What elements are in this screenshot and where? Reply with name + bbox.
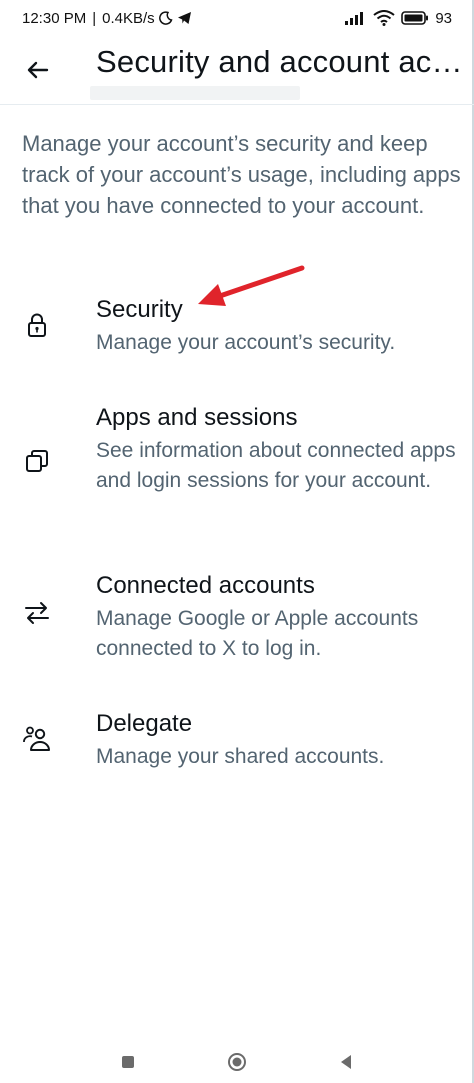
wifi-icon [373, 10, 395, 26]
item-title-delegate: Delegate [96, 710, 193, 737]
recents-square-icon[interactable] [118, 1052, 138, 1072]
lock-icon [22, 310, 52, 340]
battery-icon [401, 11, 429, 25]
status-bar: 12:30 PM | 0.4KB/s 93 [0, 0, 474, 36]
intro-text: Manage your account’s security and keep … [22, 131, 461, 218]
menu-item-delegate[interactable]: Delegate Manage your shared accounts. [0, 706, 474, 778]
telegram-icon [177, 11, 192, 25]
status-left: 12:30 PM | 0.4KB/s [22, 10, 192, 27]
item-desc-connected-accounts: Manage Google or Apple accounts connecte… [96, 607, 419, 660]
item-desc-delegate: Manage your shared accounts. [96, 745, 385, 768]
people-icon [22, 724, 52, 754]
annotation-arrow [190, 262, 310, 317]
status-right: 93 [345, 10, 452, 27]
item-title-connected-accounts: Connected accounts [96, 572, 315, 599]
page-title: Security and account access [96, 44, 468, 79]
header-divider [0, 104, 474, 105]
system-nav-bar [0, 1040, 474, 1083]
swap-arrows-icon [22, 598, 52, 628]
item-title-security: Security [96, 296, 183, 323]
screen: 12:30 PM | 0.4KB/s 93 Security and accou… [0, 0, 474, 1083]
item-desc-apps-and-sessions: See information about connected apps and… [96, 439, 456, 492]
status-separator: | [92, 9, 97, 27]
header: Security and account access [0, 36, 474, 104]
home-circle-icon[interactable] [227, 1052, 247, 1072]
redacted-username [90, 86, 300, 100]
copy-icon [22, 446, 52, 476]
menu-item-connected-accounts[interactable]: Connected accounts Manage Google or Appl… [0, 568, 474, 668]
arrow-left-icon [27, 61, 49, 79]
status-time: 12:30 PM [22, 9, 87, 27]
item-title-apps-and-sessions: Apps and sessions [96, 404, 298, 431]
signal-icon [345, 11, 367, 25]
status-speed: 0.4KB/s [102, 9, 155, 27]
back-button[interactable] [14, 46, 62, 94]
battery-percent: 93 [435, 9, 452, 27]
moon-icon [158, 11, 173, 25]
menu-item-apps-and-sessions[interactable]: Apps and sessions See information about … [0, 400, 474, 530]
back-triangle-icon[interactable] [336, 1052, 356, 1072]
item-desc-security: Manage your account’s security. [96, 331, 396, 354]
